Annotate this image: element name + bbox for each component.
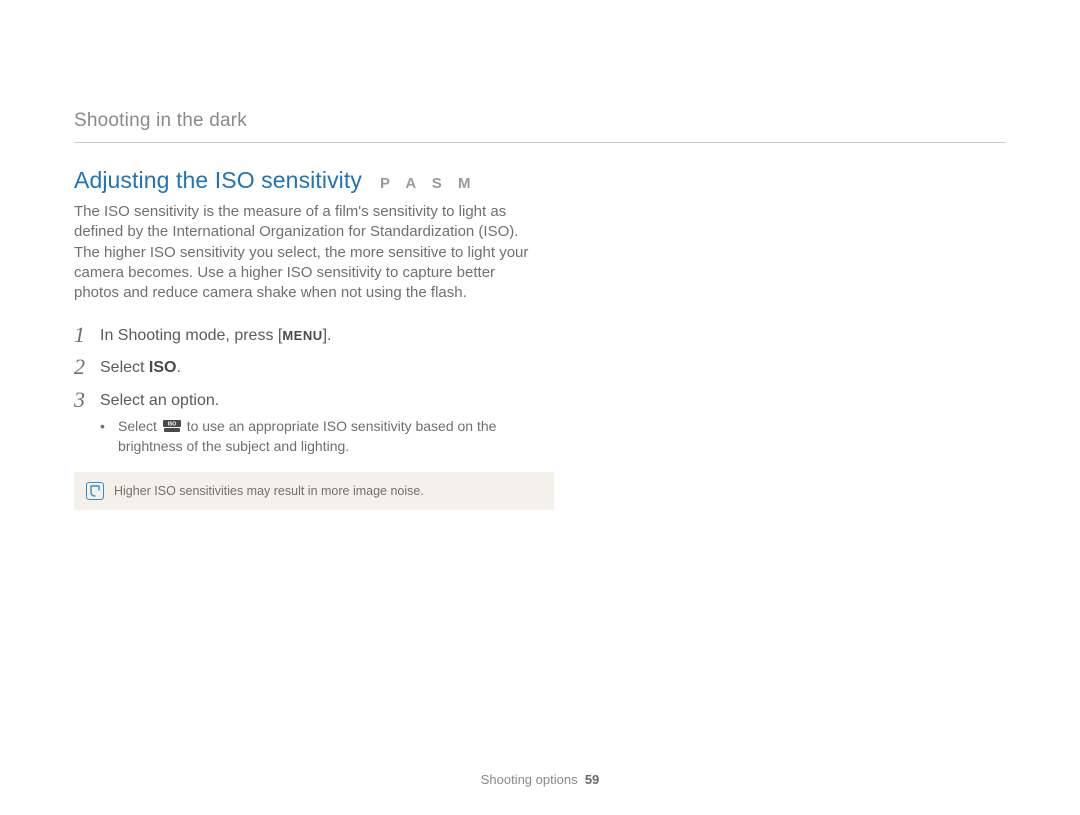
page-number: 59	[585, 772, 599, 787]
step-number: 1	[74, 323, 100, 347]
note-icon	[86, 482, 104, 500]
step-3: 3 Select an option. • Select ISO to use …	[74, 388, 544, 456]
step-2: 2 Select ISO.	[74, 355, 544, 379]
note-box: Higher ISO sensitivities may result in m…	[74, 472, 554, 510]
text: .	[176, 359, 180, 376]
intro-paragraph: The ISO sensitivity is the measure of a …	[74, 202, 544, 303]
text: ].	[323, 327, 332, 344]
menu-button-label: MENU	[282, 327, 322, 345]
content-column: Adjusting the ISO sensitivity P A S M Th…	[74, 167, 544, 510]
bullet-dot: •	[100, 417, 118, 456]
mode-badges: P A S M	[380, 175, 476, 192]
note-text: Higher ISO sensitivities may result in m…	[114, 484, 424, 498]
text: Select an option.	[100, 392, 219, 409]
horizontal-rule	[74, 142, 1006, 143]
step-text: In Shooting mode, press [MENU].	[100, 323, 332, 347]
step-text: Select an option. • Select ISO to use an…	[100, 388, 544, 456]
step-text: Select ISO.	[100, 355, 181, 379]
step-1: 1 In Shooting mode, press [MENU].	[74, 323, 544, 347]
bold-text: ISO	[149, 359, 177, 376]
sub-bullet-text: Select ISO to use an appropriate ISO sen…	[118, 417, 544, 456]
step-number: 2	[74, 355, 100, 379]
text: Select	[118, 418, 161, 434]
steps-list: 1 In Shooting mode, press [MENU]. 2 Sele…	[74, 323, 544, 456]
text: Select	[100, 359, 149, 376]
section-name: Shooting in the dark	[74, 110, 1006, 132]
heading-row: Adjusting the ISO sensitivity P A S M	[74, 167, 544, 194]
manual-page: Shooting in the dark Adjusting the ISO s…	[0, 0, 1080, 815]
svg-text:ISO: ISO	[168, 422, 177, 428]
sub-bullet: • Select ISO to use an appropriate ISO s…	[100, 417, 544, 456]
footer-section-label: Shooting options	[481, 772, 578, 787]
step-number: 3	[74, 388, 100, 412]
text: In Shooting mode, press [	[100, 327, 282, 344]
page-footer: Shooting options 59	[0, 772, 1080, 787]
sub-bullet-list: • Select ISO to use an appropriate ISO s…	[100, 417, 544, 456]
iso-auto-icon: ISO	[163, 418, 181, 437]
page-title: Adjusting the ISO sensitivity	[74, 167, 362, 194]
